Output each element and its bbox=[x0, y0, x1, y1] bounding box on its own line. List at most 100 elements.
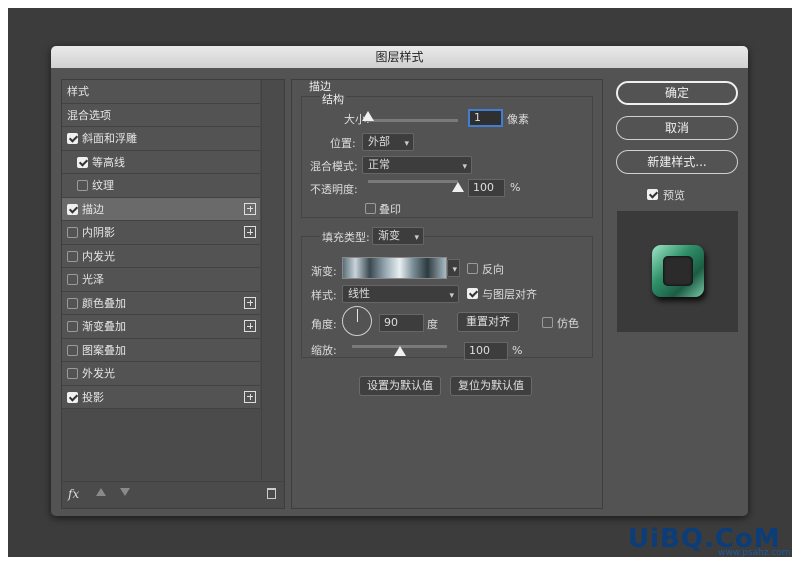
style-item[interactable]: 混合选项 bbox=[62, 103, 260, 127]
angle-dial[interactable] bbox=[342, 306, 372, 336]
style-checkbox[interactable] bbox=[67, 133, 78, 144]
styles-header[interactable]: 样式 bbox=[62, 80, 260, 104]
reverse-label: 反向 bbox=[482, 263, 504, 276]
style-item[interactable]: 渐变叠加 bbox=[62, 315, 260, 339]
chevron-down-icon: ▾ bbox=[449, 291, 454, 301]
gradient-label: 渐变: bbox=[311, 265, 337, 278]
angle-unit: 度 bbox=[427, 318, 438, 331]
blend-mode-dropdown[interactable]: 正常 ▾ bbox=[362, 156, 472, 174]
opacity-slider-track[interactable] bbox=[368, 180, 458, 183]
opacity-slider-thumb[interactable] bbox=[452, 182, 464, 192]
style-item[interactable]: 描边 bbox=[62, 197, 260, 221]
make-default-button[interactable]: 设置为默认值 bbox=[359, 376, 441, 396]
scale-input[interactable]: 100 bbox=[464, 342, 508, 360]
style-item[interactable]: 斜面和浮雕 bbox=[62, 127, 260, 151]
scale-label: 缩放: bbox=[311, 344, 337, 357]
style-item-label: 投影 bbox=[82, 390, 104, 404]
style-checkbox[interactable] bbox=[67, 274, 78, 285]
style-item[interactable]: 图案叠加 bbox=[62, 338, 260, 362]
align-with-layer-label: 与图层对齐 bbox=[482, 288, 537, 301]
size-slider-track[interactable] bbox=[368, 119, 458, 122]
styles-header-label: 样式 bbox=[67, 85, 89, 98]
new-style-button[interactable]: 新建样式... bbox=[616, 150, 738, 174]
position-dropdown[interactable]: 外部 ▾ bbox=[362, 133, 414, 151]
gradient-style-label: 样式: bbox=[311, 289, 337, 302]
size-slider-thumb[interactable] bbox=[362, 111, 374, 121]
style-checkbox[interactable] bbox=[67, 203, 78, 215]
move-down-icon[interactable] bbox=[120, 488, 130, 496]
style-checkbox[interactable] bbox=[67, 368, 78, 379]
style-checkbox[interactable] bbox=[67, 250, 78, 262]
style-item[interactable]: 纹理 bbox=[62, 174, 260, 198]
add-icon[interactable] bbox=[244, 390, 256, 403]
overprint-checkbox[interactable] bbox=[365, 203, 376, 214]
style-checkbox[interactable] bbox=[67, 227, 78, 238]
style-checkbox[interactable] bbox=[77, 180, 88, 191]
style-item[interactable]: 颜色叠加 bbox=[62, 291, 260, 315]
preview-label: 预览 bbox=[663, 189, 685, 202]
opacity-input[interactable]: 100 bbox=[468, 179, 505, 197]
fill-type-value: 渐变 bbox=[378, 229, 400, 242]
style-checkbox[interactable] bbox=[67, 391, 78, 403]
reset-to-default-button[interactable]: 复位为默认值 bbox=[450, 376, 532, 396]
style-item-label: 外发光 bbox=[82, 367, 115, 380]
dialog-title: 图层样式 bbox=[51, 46, 748, 68]
style-checkbox[interactable] bbox=[67, 297, 78, 309]
add-icon[interactable] bbox=[244, 226, 256, 238]
style-list-scrollbar[interactable] bbox=[261, 80, 284, 480]
style-checkbox[interactable] bbox=[67, 344, 78, 356]
dither-checkbox[interactable] bbox=[542, 317, 553, 328]
ok-button[interactable]: 确定 bbox=[616, 81, 738, 105]
align-with-layer-checkbox[interactable] bbox=[467, 288, 478, 299]
style-item-label: 图案叠加 bbox=[82, 343, 126, 357]
add-icon[interactable] bbox=[244, 202, 256, 215]
style-item[interactable]: 外发光 bbox=[62, 362, 260, 386]
size-unit: 像素 bbox=[507, 113, 529, 126]
style-item-label: 斜面和浮雕 bbox=[82, 132, 137, 145]
style-item-label: 渐变叠加 bbox=[82, 320, 126, 333]
blend-mode-label: 混合模式: bbox=[310, 160, 358, 173]
style-list: 样式 混合选项斜面和浮雕等高线纹理 描边内阴影内发光光泽颜色叠加渐变叠加图案叠加外… bbox=[62, 80, 260, 409]
blend-mode-value: 正常 bbox=[368, 158, 390, 171]
angle-input[interactable]: 90 bbox=[379, 314, 424, 332]
style-item-label: 光泽 bbox=[82, 273, 104, 286]
trash-icon[interactable] bbox=[267, 488, 276, 499]
chevron-down-icon: ▾ bbox=[414, 233, 419, 243]
structure-group: 结构 大小: 1 像素 位置: 外部 ▾ 混合模式: 正常 ▾ 不透明度: 10… bbox=[301, 91, 593, 218]
style-item[interactable]: 内阴影 bbox=[62, 221, 260, 245]
scale-unit: % bbox=[512, 344, 523, 357]
reset-alignment-button[interactable]: 重置对齐 bbox=[457, 312, 519, 332]
style-item[interactable]: 等高线 bbox=[62, 150, 260, 174]
style-checkbox[interactable] bbox=[77, 156, 88, 168]
preview-shape-inner bbox=[663, 256, 693, 286]
opacity-unit: % bbox=[510, 181, 521, 194]
preview-shape bbox=[652, 245, 704, 297]
style-item[interactable]: 光泽 bbox=[62, 268, 260, 292]
add-icon[interactable] bbox=[244, 296, 256, 309]
style-item-label: 内阴影 bbox=[82, 226, 115, 239]
gradient-style-value: 线性 bbox=[348, 287, 370, 300]
size-input[interactable]: 1 bbox=[468, 109, 503, 127]
preview-checkbox[interactable] bbox=[647, 189, 658, 200]
position-value: 外部 bbox=[368, 135, 390, 148]
move-up-icon[interactable] bbox=[96, 488, 106, 496]
style-item-label: 等高线 bbox=[92, 155, 125, 169]
gradient-picker-dropdown[interactable]: ▾ bbox=[447, 259, 460, 277]
fx-icon[interactable]: fx bbox=[68, 487, 79, 501]
gradient-style-dropdown[interactable]: 线性 ▾ bbox=[342, 285, 459, 303]
fill-type-label: 填充类型: bbox=[320, 229, 372, 245]
style-checkbox[interactable] bbox=[67, 321, 78, 332]
fill-type-dropdown[interactable]: 渐变 ▾ bbox=[372, 227, 424, 245]
scale-slider-thumb[interactable] bbox=[393, 346, 406, 356]
style-item-label: 颜色叠加 bbox=[82, 296, 126, 310]
reverse-checkbox[interactable] bbox=[467, 263, 478, 274]
style-item[interactable]: 投影 bbox=[62, 385, 260, 409]
style-item-label: 内发光 bbox=[82, 249, 115, 263]
opacity-label: 不透明度: bbox=[310, 183, 358, 196]
watermark-url: www.psahz.com bbox=[718, 548, 791, 558]
style-item[interactable]: 内发光 bbox=[62, 244, 260, 268]
add-icon[interactable] bbox=[244, 320, 256, 332]
gradient-swatch[interactable] bbox=[342, 257, 447, 279]
position-label: 位置: bbox=[330, 137, 356, 150]
cancel-button[interactable]: 取消 bbox=[616, 116, 738, 140]
